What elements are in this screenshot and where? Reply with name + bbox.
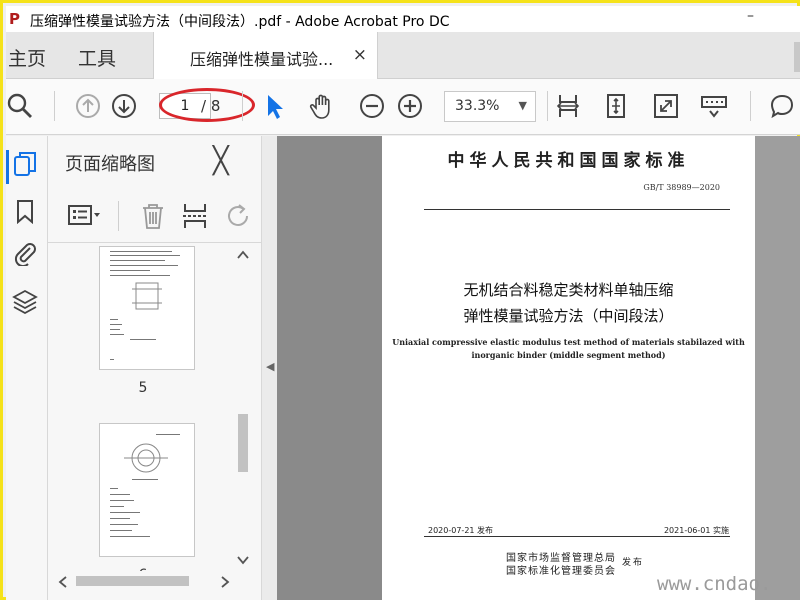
- issuer-line2: 国家标准化管理委员会: [506, 566, 616, 577]
- scroll-left-icon: [58, 576, 67, 588]
- extract-pages-icon[interactable]: [180, 201, 210, 231]
- thumbnail-list: 5 6: [48, 246, 238, 571]
- zoom-in-icon[interactable]: [396, 92, 424, 120]
- cursor-arrow-icon[interactable]: [260, 92, 288, 120]
- arrow-down-circle-icon[interactable]: [110, 92, 138, 120]
- panel-toolbar: [48, 191, 261, 243]
- title-bar: P 压缩弹性模量试验方法（中间段法）.pdf - Adobe Acrobat P…: [6, 6, 800, 32]
- minimize-button[interactable]: –: [747, 8, 754, 24]
- tab-tools[interactable]: 工具: [78, 44, 116, 71]
- document-title-line2: 弹性模量试验方法（中间段法）: [463, 307, 674, 325]
- zoom-value: 33.3%: [455, 98, 500, 114]
- chevron-down-icon: ▼: [518, 99, 527, 112]
- toolbar-divider: [750, 91, 751, 121]
- thumbnail-page-number: 5: [138, 380, 148, 396]
- document-view[interactable]: 中华人民共和国国家标准 GB/T 38989—2020 无机结合料稳定类材料单轴…: [277, 136, 800, 600]
- english-title-line1: Uniaxial compressive elastic modulus tes…: [392, 337, 745, 347]
- zoom-select[interactable]: 33.3% ▼: [444, 91, 536, 122]
- tab-bar: 主页 工具 压缩弹性模量试验... ×: [6, 32, 800, 79]
- vertical-scroll-thumb[interactable]: [238, 414, 248, 472]
- fit-width-icon[interactable]: [554, 92, 582, 120]
- thumbnail-vertical-scrollbar[interactable]: [235, 246, 251, 571]
- tab-home[interactable]: 主页: [8, 44, 46, 71]
- window-frame: P 压缩弹性模量试验方法（中间段法）.pdf - Adobe Acrobat P…: [0, 0, 800, 600]
- close-tab-button[interactable]: ×: [353, 45, 367, 65]
- panel-collapse-handle[interactable]: ◀: [261, 136, 277, 600]
- toolbar-divider: [242, 91, 243, 121]
- document-title-line1: 无机结合料稳定类材料单轴压缩: [463, 281, 674, 299]
- watermark: www.cndao.: [657, 573, 772, 595]
- layers-icon[interactable]: [12, 288, 38, 315]
- english-title-line2: inorganic binder (middle segment method): [471, 350, 666, 360]
- options-menu-icon[interactable]: [68, 201, 100, 231]
- page-thumbnail[interactable]: [99, 423, 195, 557]
- scroll-down-icon: [237, 556, 249, 565]
- comment-icon[interactable]: [768, 92, 796, 120]
- document-margin: [755, 136, 800, 600]
- toolbar-divider: [547, 91, 548, 121]
- document-header: 中华人民共和国国家标准: [447, 151, 690, 171]
- collapse-arrow-icon: ◀: [266, 360, 275, 373]
- arrow-up-circle-icon[interactable]: [74, 92, 102, 120]
- panel-divider: [118, 201, 119, 231]
- fit-page-icon[interactable]: [602, 92, 630, 120]
- hand-icon[interactable]: [308, 92, 336, 120]
- footer-rule: [424, 536, 730, 537]
- page-thumbnail[interactable]: [99, 246, 195, 370]
- active-indicator: [6, 150, 9, 184]
- left-rail: [6, 136, 48, 600]
- tab-document[interactable]: 压缩弹性模量试验... ×: [153, 32, 378, 79]
- implement-date: 2021-06-01 实施: [663, 526, 729, 535]
- bookmark-icon[interactable]: [12, 198, 38, 225]
- scroll-right-icon: [221, 576, 230, 588]
- red-annotation-ellipse: [159, 88, 255, 122]
- thumbnail-panel: 页面缩略图 ╳ 5: [48, 136, 261, 600]
- search-icon[interactable]: [6, 92, 34, 120]
- standard-number: GB/T 38989—2020: [643, 183, 720, 192]
- keyboard-icon[interactable]: [700, 92, 728, 120]
- attachment-icon[interactable]: [12, 240, 38, 268]
- tab-overflow-handle[interactable]: [794, 42, 800, 72]
- close-panel-button[interactable]: ╳: [213, 146, 229, 176]
- issue-date: 2020-07-21 发布: [428, 526, 494, 535]
- window-title: 压缩弹性模量试验方法（中间段法）.pdf - Adobe Acrobat Pro…: [30, 14, 450, 30]
- thumbnail-page-number: 6: [48, 567, 238, 571]
- tab-document-label: 压缩弹性模量试验...: [190, 50, 334, 69]
- trash-icon[interactable]: [138, 201, 168, 231]
- scroll-up-icon: [237, 250, 249, 259]
- page-thumbnails-icon[interactable]: [12, 151, 38, 177]
- header-rule: [424, 209, 730, 210]
- toolbar-divider: [54, 91, 55, 121]
- rotate-icon[interactable]: [223, 201, 253, 231]
- zoom-out-icon[interactable]: [358, 92, 386, 120]
- pdf-page: 中华人民共和国国家标准 GB/T 38989—2020 无机结合料稳定类材料单轴…: [382, 136, 755, 600]
- thumbnail-horizontal-scrollbar[interactable]: [52, 572, 235, 590]
- publish-label: 发布: [622, 558, 645, 568]
- panel-title: 页面缩略图: [65, 154, 155, 175]
- toolbar: 1 / 8 33.3% ▼: [6, 79, 800, 135]
- horizontal-scroll-thumb[interactable]: [76, 576, 189, 586]
- acrobat-logo-icon: P: [9, 10, 20, 28]
- expand-icon[interactable]: [652, 92, 680, 120]
